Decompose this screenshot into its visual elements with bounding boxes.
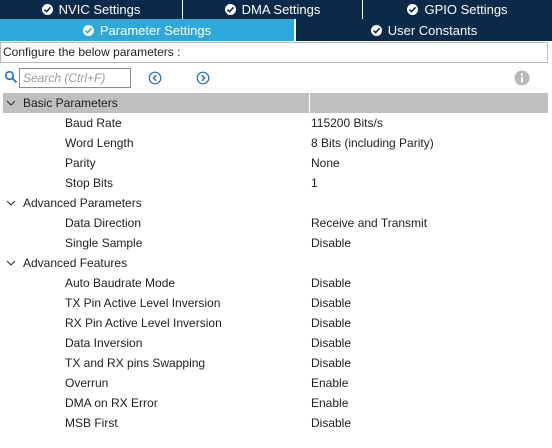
group-label: Basic Parameters	[23, 96, 118, 110]
check-circle-icon	[82, 24, 94, 36]
param-row-dma-on-rx-error[interactable]: DMA on RX Error Enable	[0, 393, 548, 413]
param-name: Single Sample	[65, 236, 143, 250]
group-label: Advanced Parameters	[23, 196, 142, 210]
tab-label: Parameter Settings	[99, 22, 212, 38]
chevron-down-icon[interactable]	[6, 259, 16, 267]
tab-row-secondary: Parameter Settings User Constants	[0, 19, 552, 41]
param-row-data-inversion[interactable]: Data Inversion Disable	[0, 333, 548, 353]
group-label: Advanced Features	[23, 256, 128, 270]
tab-nvic-settings[interactable]: NVIC Settings	[0, 0, 183, 19]
param-value[interactable]: Disable	[311, 273, 351, 293]
search-icon[interactable]	[4, 70, 18, 84]
tab-label: User Constants	[387, 22, 478, 38]
check-circle-icon	[407, 4, 419, 15]
param-row-tx-pin-inversion[interactable]: TX Pin Active Level Inversion Disable	[0, 293, 548, 313]
param-name: Word Length	[65, 136, 134, 150]
chevron-down-icon[interactable]	[6, 99, 16, 107]
param-value[interactable]: Enable	[311, 373, 348, 393]
check-circle-icon	[224, 4, 236, 15]
tab-row-primary: NVIC Settings DMA Settings GPIO Settings	[0, 0, 552, 19]
previous-result-icon[interactable]	[148, 71, 162, 85]
param-row-data-direction[interactable]: Data Direction Receive and Transmit	[0, 213, 548, 233]
param-value[interactable]: Disable	[311, 233, 351, 253]
param-value[interactable]: Enable	[311, 393, 348, 413]
param-value[interactable]: 8 Bits (including Parity)	[311, 133, 434, 153]
tab-label: NVIC Settings	[58, 2, 141, 17]
param-value[interactable]: Receive and Transmit	[311, 213, 427, 233]
param-value[interactable]: Disable	[311, 413, 351, 433]
configure-label: Configure the below parameters :	[0, 42, 548, 63]
param-name: Overrun	[65, 376, 109, 390]
param-name: DMA on RX Error	[65, 396, 158, 410]
param-value[interactable]: None	[311, 153, 340, 173]
param-name: Auto Baudrate Mode	[65, 276, 176, 290]
group-advanced-features[interactable]: Advanced Features	[0, 253, 548, 273]
next-result-icon[interactable]	[196, 71, 210, 85]
check-circle-icon	[41, 4, 53, 15]
param-name: Stop Bits	[65, 176, 114, 190]
group-basic-parameters[interactable]: Basic Parameters	[0, 93, 548, 113]
search-toolbar	[0, 66, 552, 90]
tab-user-constants[interactable]: User Constants	[296, 19, 552, 41]
tab-parameter-settings[interactable]: Parameter Settings	[0, 19, 296, 41]
param-row-rx-pin-inversion[interactable]: RX Pin Active Level Inversion Disable	[0, 313, 548, 333]
param-row-msb-first[interactable]: MSB First Disable	[0, 413, 548, 433]
param-name: Data Inversion	[65, 336, 143, 350]
group-advanced-parameters[interactable]: Advanced Parameters	[0, 193, 548, 213]
param-row-stop-bits[interactable]: Stop Bits 1	[0, 173, 548, 193]
info-icon[interactable]	[514, 70, 530, 86]
search-input[interactable]	[19, 68, 131, 88]
param-value[interactable]: Disable	[311, 293, 351, 313]
param-name: Parity	[65, 156, 96, 170]
param-row-word-length[interactable]: Word Length 8 Bits (including Parity)	[0, 133, 548, 153]
param-value[interactable]: 1	[311, 173, 318, 193]
check-circle-icon	[370, 24, 382, 36]
param-row-auto-baudrate-mode[interactable]: Auto Baudrate Mode Disable	[0, 273, 548, 293]
param-name: RX Pin Active Level Inversion	[65, 316, 222, 330]
tab-label: DMA Settings	[241, 2, 321, 17]
param-row-baud-rate[interactable]: Baud Rate 115200 Bits/s	[0, 113, 548, 133]
param-name: TX Pin Active Level Inversion	[65, 296, 221, 310]
param-name: Baud Rate	[65, 116, 122, 130]
selection-highlight	[310, 93, 548, 113]
param-value[interactable]: Disable	[311, 353, 351, 373]
tab-gpio-settings[interactable]: GPIO Settings	[363, 0, 552, 19]
chevron-down-icon[interactable]	[6, 199, 16, 207]
param-row-tx-rx-swapping[interactable]: TX and RX pins Swapping Disable	[0, 353, 548, 373]
param-name: Data Direction	[65, 216, 142, 230]
param-value[interactable]: Disable	[311, 313, 351, 333]
param-name: TX and RX pins Swapping	[65, 356, 206, 370]
tab-dma-settings[interactable]: DMA Settings	[183, 0, 363, 19]
param-name: MSB First	[65, 416, 118, 430]
param-row-parity[interactable]: Parity None	[0, 153, 548, 173]
param-value[interactable]: Disable	[311, 333, 351, 353]
param-row-overrun[interactable]: Overrun Enable	[0, 373, 548, 393]
param-row-single-sample[interactable]: Single Sample Disable	[0, 233, 548, 253]
tab-label: GPIO Settings	[424, 2, 508, 17]
param-value[interactable]: 115200 Bits/s	[311, 113, 383, 133]
